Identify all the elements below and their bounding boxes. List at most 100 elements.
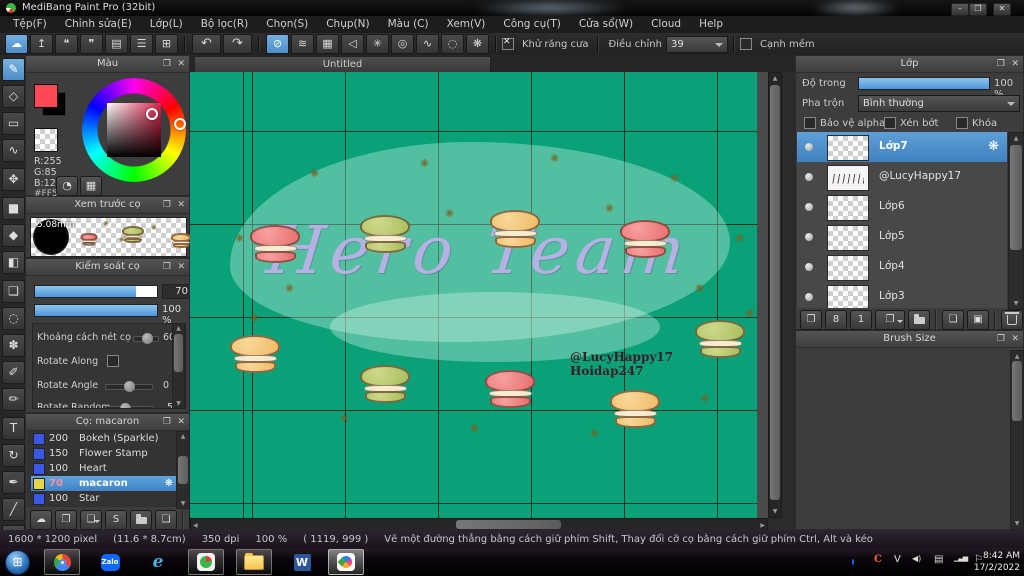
snap-curve-icon[interactable]: ∿ bbox=[416, 34, 439, 54]
polyline-tool-icon[interactable]: ∿ bbox=[2, 139, 25, 162]
popout-icon[interactable]: ❐ bbox=[163, 261, 171, 273]
new-layer-icon[interactable]: ❐ bbox=[800, 310, 822, 330]
text-tool-icon[interactable]: T bbox=[2, 417, 25, 440]
menu-item-cloud[interactable]: Cloud bbox=[642, 16, 690, 33]
snap-radial-icon[interactable]: ✳ bbox=[366, 34, 389, 54]
popout-icon[interactable]: ❐ bbox=[163, 58, 171, 70]
brush-tool-icon[interactable]: ✎ bbox=[2, 58, 25, 81]
gear-icon[interactable]: ❋ bbox=[165, 476, 173, 491]
spacing-slider[interactable] bbox=[133, 333, 159, 344]
merge-layer-icon[interactable]: ▣ bbox=[967, 310, 989, 330]
popout-icon[interactable]: ❐ bbox=[997, 58, 1005, 70]
scroll-up-icon[interactable]: ▲ bbox=[769, 75, 781, 82]
eyedropper-tool-icon[interactable]: ╱ bbox=[2, 498, 25, 521]
pen-tool-icon[interactable]: ✒ bbox=[2, 471, 25, 494]
marquee-tool-icon[interactable]: ❏ bbox=[2, 280, 25, 303]
popout-icon[interactable]: ❐ bbox=[163, 416, 171, 428]
scroll-down-icon[interactable]: ▼ bbox=[173, 400, 184, 407]
brush-row[interactable] bbox=[31, 506, 176, 507]
minimize-button[interactable]: – bbox=[951, 3, 969, 16]
snap-settings-icon[interactable]: ❋ bbox=[466, 34, 489, 54]
gear-icon[interactable]: ❋ bbox=[988, 139, 999, 154]
menu-item-file[interactable]: Tệp(F) bbox=[4, 16, 56, 33]
close-icon[interactable]: ✕ bbox=[177, 261, 185, 273]
canvas-viewport[interactable]: Hero Team @LucyHappy17 Hoidap247 bbox=[190, 72, 757, 518]
close-icon[interactable]: ✕ bbox=[1011, 58, 1019, 70]
select-pen-tool-icon[interactable]: ✐ bbox=[2, 361, 25, 384]
hue-marker[interactable] bbox=[174, 118, 186, 130]
eraser-tool-icon[interactable]: ◇ bbox=[2, 85, 25, 108]
scroll-down-icon[interactable]: ▼ bbox=[769, 508, 781, 515]
rotate-along-checkbox[interactable] bbox=[107, 355, 119, 367]
foreground-color-swatch[interactable] bbox=[34, 84, 58, 108]
brush-size-value[interactable]: 70 bbox=[162, 284, 192, 299]
tray-clipboard-icon[interactable]: ▤ bbox=[934, 554, 943, 565]
menu-item-help[interactable]: Help bbox=[690, 16, 732, 33]
brush-cloud-download-icon[interactable]: ☁ bbox=[30, 510, 52, 530]
scroll-up-icon[interactable]: ▲ bbox=[1011, 353, 1023, 360]
visibility-icon[interactable] bbox=[805, 233, 813, 241]
taskbar-coccoc-icon[interactable] bbox=[188, 549, 224, 575]
rotate-angle-slider[interactable] bbox=[105, 381, 153, 392]
restore-button[interactable]: ❐ bbox=[969, 3, 987, 16]
popout-icon[interactable]: ❐ bbox=[997, 333, 1005, 345]
tray-unikey-icon[interactable]: V bbox=[894, 554, 901, 565]
brush-size-scrollbar[interactable]: ▲ ▼ bbox=[1010, 350, 1024, 530]
snap-grid-icon[interactable]: ▦ bbox=[316, 34, 339, 54]
brush-script-icon[interactable]: S bbox=[105, 510, 127, 530]
brush-duplicate-icon[interactable]: ❏ bbox=[155, 510, 177, 530]
visibility-icon[interactable] bbox=[805, 143, 813, 151]
layer-folder-icon[interactable] bbox=[908, 310, 930, 330]
canvas-vertical-scrollbar[interactable]: ▲ ▼ bbox=[768, 72, 782, 518]
layer-row[interactable]: Lớp4 bbox=[797, 252, 1007, 283]
canvas-tab[interactable]: Untitled bbox=[194, 56, 491, 73]
clipping-checkbox[interactable] bbox=[884, 117, 896, 129]
select-eraser-tool-icon[interactable]: ✏ bbox=[2, 388, 25, 411]
transform-tool-icon[interactable]: ↻ bbox=[2, 444, 25, 467]
close-icon[interactable]: ✕ bbox=[1011, 333, 1019, 345]
volume-icon[interactable]: ◀) bbox=[912, 554, 921, 563]
layer-row[interactable]: Lớp5 bbox=[797, 222, 1007, 253]
popout-icon[interactable]: ❐ bbox=[163, 199, 171, 211]
snap-off-icon[interactable]: ⊘ bbox=[266, 34, 289, 54]
new-8bit-layer-icon[interactable]: 8 bbox=[825, 310, 847, 330]
cloud-save-icon[interactable]: ☁ bbox=[5, 34, 28, 54]
soft-edge-checkbox[interactable] bbox=[739, 38, 752, 50]
menu-item-edit[interactable]: Chỉnh sửa(E) bbox=[56, 16, 141, 33]
layer-row[interactable]: Lớp6 bbox=[797, 192, 1007, 223]
brush-opacity-slider[interactable] bbox=[34, 304, 158, 317]
menu-item-window[interactable]: Cửa sổ(W) bbox=[570, 16, 642, 33]
close-button[interactable]: ✕ bbox=[993, 3, 1011, 16]
add-layer-dropdown-icon[interactable]: ❐ bbox=[875, 310, 905, 330]
blend-dropdown[interactable]: Bình thường bbox=[858, 95, 1020, 112]
bucket-tool-icon[interactable]: ◆ bbox=[2, 224, 25, 247]
layer-opacity-slider[interactable] bbox=[858, 77, 990, 90]
close-icon[interactable]: ✕ bbox=[177, 58, 185, 70]
taskbar-explorer-icon[interactable] bbox=[236, 549, 272, 575]
taskbar-zalo-icon[interactable]: Zalo bbox=[92, 549, 128, 575]
material-list-icon[interactable]: ☰ bbox=[130, 34, 153, 54]
document-icon[interactable]: ▤ bbox=[105, 34, 128, 54]
brush-row[interactable]: 100 Heart bbox=[31, 461, 176, 476]
brush-row-selected[interactable]: 70 macaron ❋ bbox=[31, 476, 176, 491]
menu-item-color[interactable]: Màu (C) bbox=[379, 16, 438, 33]
shape-tool-icon[interactable]: ▭ bbox=[2, 112, 25, 135]
scroll-left-icon[interactable]: ◀ bbox=[193, 522, 198, 529]
visibility-icon[interactable] bbox=[805, 263, 813, 271]
lasso-tool-icon[interactable]: ◌ bbox=[2, 307, 25, 330]
new-1bit-layer-icon[interactable]: 1 bbox=[850, 310, 872, 330]
snap-vanishing-icon[interactable]: ◁ bbox=[341, 34, 364, 54]
snap-parallel-icon[interactable]: ≋ bbox=[291, 34, 314, 54]
scroll-down-icon[interactable]: ▼ bbox=[1011, 520, 1023, 527]
visibility-icon[interactable] bbox=[805, 203, 813, 211]
brush-size-slider[interactable] bbox=[34, 285, 158, 298]
lock-checkbox[interactable] bbox=[956, 117, 968, 129]
layer-row[interactable]: Lớp3 bbox=[797, 282, 1007, 308]
snap-ellipse-icon[interactable]: ◌ bbox=[441, 34, 464, 54]
comment-list-icon[interactable]: ❞ bbox=[80, 34, 103, 54]
menu-item-tools[interactable]: Công cụ(T) bbox=[494, 16, 569, 33]
delete-layer-icon[interactable] bbox=[1001, 310, 1023, 330]
brush-add-image-icon[interactable]: ❏ bbox=[80, 510, 102, 530]
menu-item-view[interactable]: Xem(V) bbox=[438, 16, 495, 33]
move-tool-icon[interactable]: ✥ bbox=[2, 168, 25, 191]
